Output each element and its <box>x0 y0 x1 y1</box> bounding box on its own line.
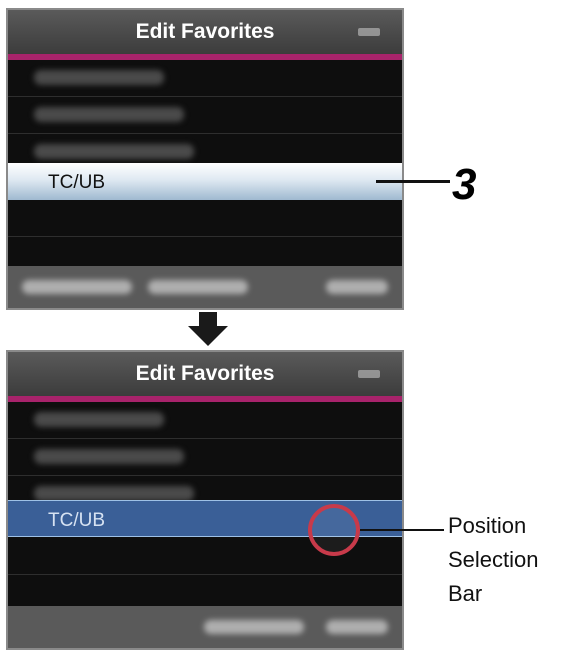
footer-guide-blurred <box>204 620 304 634</box>
menu-status-icon <box>358 370 380 378</box>
blurred-label <box>34 412 164 427</box>
blurred-label <box>34 107 184 122</box>
menu-item-selected[interactable]: TC/UB <box>8 163 402 200</box>
footer-guide-blurred <box>326 280 388 294</box>
annotation-line: Selection <box>448 547 539 572</box>
menu-screen-bottom: Edit Favorites TC/UB <box>6 350 404 650</box>
menu-item-label: TC/UB <box>48 510 105 531</box>
menu-item-empty[interactable] <box>8 200 402 237</box>
menu-item-label: TC/UB <box>48 172 105 193</box>
callout-line <box>360 529 444 531</box>
menu-title: Edit Favorites <box>135 20 275 43</box>
marker-circle <box>308 504 360 556</box>
annotation-line: Bar <box>448 581 483 606</box>
footer-guide-bar <box>8 266 402 308</box>
blurred-label <box>34 144 194 159</box>
blurred-label <box>34 486 194 501</box>
menu-screen-top: Edit Favorites TC/UB <box>6 8 404 310</box>
menu-item-blurred[interactable] <box>8 402 402 439</box>
step-number: 3 <box>452 160 477 209</box>
annotation-label: Position Selection Bar <box>448 509 568 611</box>
callout-line <box>376 180 450 183</box>
blurred-label <box>34 70 164 85</box>
footer-guide-bar <box>8 606 402 648</box>
title-bar: Edit Favorites <box>8 352 402 396</box>
down-arrow-icon <box>188 312 228 346</box>
title-bar: Edit Favorites <box>8 10 402 54</box>
annotation-line: Position <box>448 513 527 538</box>
footer-guide-blurred <box>22 280 132 294</box>
menu-item-blurred[interactable] <box>8 439 402 476</box>
menu-item-blurred[interactable] <box>8 60 402 97</box>
blurred-label <box>34 449 184 464</box>
menu-item-blurred[interactable] <box>8 97 402 134</box>
menu-status-icon <box>358 28 380 36</box>
footer-guide-blurred <box>326 620 388 634</box>
footer-guide-blurred <box>148 280 248 294</box>
menu-title: Edit Favorites <box>135 362 275 385</box>
